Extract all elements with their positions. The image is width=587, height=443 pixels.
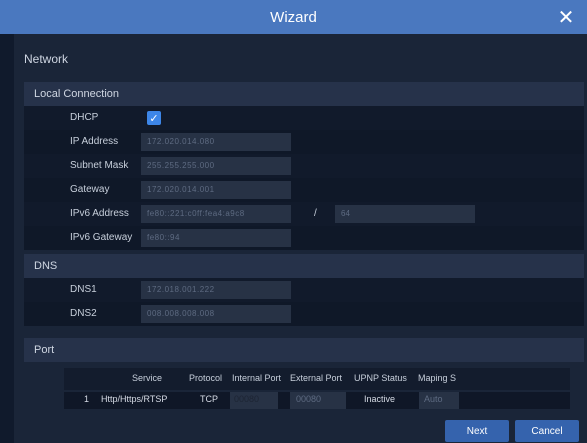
next-button[interactable]: Next [445, 420, 509, 442]
gateway-row: Gateway 172.020.014.001 [24, 178, 584, 202]
ip-address-field[interactable]: 172.020.014.080 [141, 133, 291, 151]
row-upnp-status: Inactive [364, 394, 396, 404]
section-title: Network [24, 52, 69, 66]
subnet-mask-field[interactable]: 255.255.255.000 [141, 157, 291, 175]
dns2-label: DNS2 [70, 308, 97, 319]
dns2-row: DNS2 008.008.008.008 [24, 302, 584, 326]
row-protocol: TCP [200, 394, 218, 404]
local-connection-header: Local Connection [24, 82, 584, 106]
row-internal-port: 00080 [234, 394, 260, 404]
col-external-port: External Port [290, 373, 343, 383]
dhcp-label: DHCP [70, 112, 99, 123]
ip-address-row: IP Address 172.020.014.080 [24, 130, 584, 154]
ipv6-address-row: IPv6 Address fe80::221:c0ff:fea4:a9c8 / … [24, 202, 584, 226]
dns-header: DNS [24, 254, 584, 278]
row-external-port: 00080 [296, 394, 322, 404]
table-row: 1 Http/Https/RTSP TCP 00080 00080 Inacti… [64, 392, 570, 409]
row-index: 1 [84, 394, 90, 404]
local-connection-title: Local Connection [34, 88, 120, 100]
ip-address-label: IP Address [70, 136, 119, 147]
col-maping: Maping S [418, 373, 457, 383]
col-service: Service [132, 373, 163, 383]
col-protocol: Protocol [189, 373, 223, 383]
dns-title: DNS [34, 260, 58, 272]
ipv6-gateway-field[interactable]: fe80::94 [141, 229, 291, 247]
dns2-field[interactable]: 008.008.008.008 [141, 305, 291, 323]
dns1-row: DNS1 172.018.001.222 [24, 278, 584, 302]
gateway-label: Gateway [70, 184, 110, 195]
gateway-field[interactable]: 172.020.014.001 [141, 181, 291, 199]
subnet-mask-label: Subnet Mask [70, 160, 129, 171]
title-bar: Wizard ✕ [0, 0, 587, 34]
dhcp-row: DHCP ✓ [24, 106, 584, 130]
dns1-field[interactable]: 172.018.001.222 [141, 281, 291, 299]
row-service: Http/Https/RTSP [101, 394, 168, 404]
dhcp-checkbox[interactable]: ✓ [147, 111, 161, 125]
subnet-mask-row: Subnet Mask 255.255.255.000 [24, 154, 584, 178]
close-icon[interactable]: ✕ [555, 6, 577, 29]
ipv6-gateway-row: IPv6 Gateway fe80::94 [24, 226, 584, 250]
ipv6-gateway-label: IPv6 Gateway [70, 232, 133, 243]
port-header: Port [24, 338, 584, 362]
cancel-button[interactable]: Cancel [515, 420, 579, 442]
row-maping: Auto [424, 394, 443, 404]
ipv6-address-field[interactable]: fe80::221:c0ff:fea4:a9c8 [141, 205, 291, 223]
window-title: Wizard [270, 8, 317, 26]
dns1-label: DNS1 [70, 284, 97, 295]
port-title: Port [34, 344, 55, 356]
col-upnp-status: UPNP Status [354, 373, 407, 383]
footer: Next Cancel [0, 409, 587, 443]
col-internal-port: Internal Port [232, 373, 282, 383]
ipv6-prefix-field[interactable]: 64 [335, 205, 475, 223]
ipv6-address-label: IPv6 Address [70, 208, 129, 219]
wizard-window: Wizard ✕ Network Local Connection DHCP ✓… [0, 0, 587, 443]
port-table-header: Service Protocol Internal Port External … [64, 368, 570, 390]
ipv6-prefix-separator: / [314, 208, 317, 219]
